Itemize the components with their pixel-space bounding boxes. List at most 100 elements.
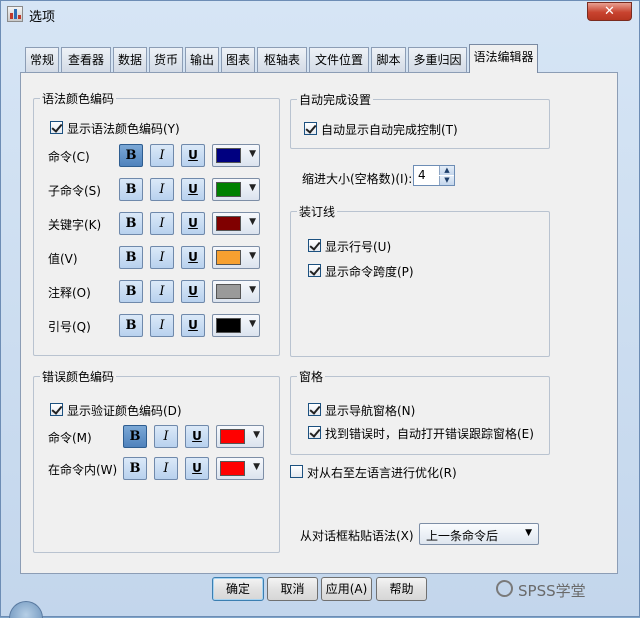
help-button[interactable]: 帮助 bbox=[376, 577, 427, 601]
syntax-row-label: 值(V) bbox=[48, 252, 78, 266]
rtl-optimize-checkbox[interactable] bbox=[290, 465, 303, 478]
chevron-down-icon[interactable]: ▼ bbox=[249, 285, 256, 295]
italic-toggle-button[interactable]: I bbox=[150, 280, 174, 303]
start-orb-icon[interactable] bbox=[9, 601, 43, 618]
underline-toggle-button[interactable]: U bbox=[181, 144, 205, 167]
syntax-color-picker[interactable]: ▼ bbox=[212, 280, 260, 303]
chevron-down-icon[interactable]: ▼ bbox=[253, 462, 260, 472]
watermark-text: SPSS学堂 bbox=[518, 582, 586, 600]
italic-toggle-button[interactable]: I bbox=[154, 425, 178, 448]
show-command-spans-checkbox[interactable] bbox=[308, 264, 321, 277]
chevron-down-icon[interactable]: ▼ bbox=[249, 183, 256, 193]
underline-toggle-button[interactable]: U bbox=[181, 246, 205, 269]
syntax-color-picker[interactable]: ▼ bbox=[212, 178, 260, 201]
show-validation-coloring-checkbox[interactable] bbox=[50, 403, 63, 416]
color-swatch bbox=[220, 429, 245, 444]
color-swatch bbox=[216, 284, 241, 299]
bold-toggle-button[interactable]: B bbox=[119, 246, 143, 269]
color-swatch bbox=[216, 216, 241, 231]
color-swatch bbox=[220, 461, 245, 476]
italic-toggle-button[interactable]: I bbox=[150, 212, 174, 235]
gutter-group: 装订线 bbox=[290, 203, 550, 357]
tab-4[interactable]: 输出 bbox=[185, 47, 219, 72]
tab-5[interactable]: 图表 bbox=[221, 47, 255, 72]
spin-up-icon[interactable]: ▲ bbox=[439, 166, 454, 175]
cancel-button[interactable]: 取消 bbox=[267, 577, 318, 601]
close-button[interactable]: ✕ bbox=[587, 2, 632, 21]
indent-size-spinner[interactable]: 4 ▲ ▼ bbox=[413, 165, 455, 186]
autocomplete-title: 自动完成设置 bbox=[297, 91, 374, 108]
syntax-color-picker[interactable]: ▼ bbox=[212, 246, 260, 269]
syntax-color-picker[interactable]: ▼ bbox=[212, 314, 260, 337]
color-swatch bbox=[216, 250, 241, 265]
window-title: 选项 bbox=[29, 10, 56, 25]
italic-toggle-button[interactable]: I bbox=[150, 178, 174, 201]
syntax-row-label: 子命令(S) bbox=[48, 184, 101, 198]
italic-toggle-button[interactable]: I bbox=[150, 314, 174, 337]
show-navigation-pane-checkbox[interactable] bbox=[308, 403, 321, 416]
syntax-row-label: 关键字(K) bbox=[48, 218, 102, 232]
chevron-down-icon[interactable]: ▼ bbox=[253, 430, 260, 440]
bold-toggle-button[interactable]: B bbox=[119, 280, 143, 303]
bold-toggle-button[interactable]: B bbox=[123, 457, 147, 480]
bold-toggle-button[interactable]: B bbox=[119, 212, 143, 235]
paste-syntax-label: 从对话框粘贴语法(X) bbox=[300, 529, 414, 543]
tab-3[interactable]: 货币 bbox=[149, 47, 183, 72]
italic-toggle-button[interactable]: I bbox=[150, 246, 174, 269]
underline-toggle-button[interactable]: U bbox=[185, 425, 209, 448]
gutter-title: 装订线 bbox=[297, 203, 338, 220]
show-syntax-coloring-checkbox[interactable] bbox=[50, 121, 63, 134]
indent-size-label: 缩进大小(空格数)(I): bbox=[302, 172, 413, 186]
chevron-down-icon[interactable]: ▼ bbox=[249, 149, 256, 159]
tab-0[interactable]: 常规 bbox=[25, 47, 59, 72]
panes-title: 窗格 bbox=[297, 368, 326, 385]
bold-toggle-button[interactable]: B bbox=[119, 178, 143, 201]
chevron-down-icon[interactable]: ▼ bbox=[249, 251, 256, 261]
show-validation-coloring-label: 显示验证颜色编码(D) bbox=[67, 404, 182, 418]
ok-button[interactable]: 确定 bbox=[212, 577, 264, 601]
error-color-picker[interactable]: ▼ bbox=[216, 457, 264, 480]
auto-show-autocomplete-label: 自动显示自动完成控制(T) bbox=[321, 123, 458, 137]
indent-size-value[interactable]: 4 bbox=[418, 168, 426, 182]
tab-6[interactable]: 枢轴表 bbox=[257, 47, 307, 72]
show-command-spans-label: 显示命令跨度(P) bbox=[325, 265, 414, 279]
auto-open-error-pane-checkbox[interactable] bbox=[308, 426, 321, 439]
rtl-optimize-label: 对从右至左语言进行优化(R) bbox=[307, 466, 457, 480]
italic-toggle-button[interactable]: I bbox=[150, 144, 174, 167]
auto-show-autocomplete-checkbox[interactable] bbox=[304, 122, 317, 135]
apply-button[interactable]: 应用(A) bbox=[321, 577, 372, 601]
error-color-picker[interactable]: ▼ bbox=[216, 425, 264, 448]
color-swatch bbox=[216, 318, 241, 333]
tab-1[interactable]: 查看器 bbox=[61, 47, 111, 72]
paste-syntax-select[interactable]: 上一条命令后 ▼ bbox=[419, 523, 539, 545]
wechat-logo-icon bbox=[496, 580, 513, 597]
spss-app-icon bbox=[7, 6, 23, 22]
bold-toggle-button[interactable]: B bbox=[119, 314, 143, 337]
show-line-numbers-label: 显示行号(U) bbox=[325, 240, 392, 254]
chevron-down-icon[interactable]: ▼ bbox=[249, 217, 256, 227]
italic-toggle-button[interactable]: I bbox=[154, 457, 178, 480]
underline-toggle-button[interactable]: U bbox=[181, 212, 205, 235]
auto-open-error-pane-label: 找到错误时，自动打开错误跟踪窗格(E) bbox=[325, 427, 534, 441]
underline-toggle-button[interactable]: U bbox=[181, 314, 205, 337]
tab-8[interactable]: 脚本 bbox=[371, 47, 406, 72]
tab-10[interactable]: 语法编辑器 bbox=[469, 44, 538, 73]
error-row-label: 在命令内(W) bbox=[48, 463, 118, 477]
syntax-color-picker[interactable]: ▼ bbox=[212, 144, 260, 167]
tab-9[interactable]: 多重归因 bbox=[408, 47, 467, 72]
show-line-numbers-checkbox[interactable] bbox=[308, 239, 321, 252]
syntax-color-picker[interactable]: ▼ bbox=[212, 212, 260, 235]
tab-7[interactable]: 文件位置 bbox=[309, 47, 369, 72]
chevron-down-icon[interactable]: ▼ bbox=[525, 528, 532, 538]
spin-down-icon[interactable]: ▼ bbox=[439, 176, 454, 185]
underline-toggle-button[interactable]: U bbox=[185, 457, 209, 480]
underline-toggle-button[interactable]: U bbox=[181, 178, 205, 201]
color-swatch bbox=[216, 148, 241, 163]
underline-toggle-button[interactable]: U bbox=[181, 280, 205, 303]
bold-toggle-button[interactable]: B bbox=[123, 425, 147, 448]
chevron-down-icon[interactable]: ▼ bbox=[249, 319, 256, 329]
bold-toggle-button[interactable]: B bbox=[119, 144, 143, 167]
tab-2[interactable]: 数据 bbox=[113, 47, 147, 72]
title-bar[interactable]: 选项 ✕ bbox=[1, 1, 639, 29]
show-navigation-pane-label: 显示导航窗格(N) bbox=[325, 404, 416, 418]
